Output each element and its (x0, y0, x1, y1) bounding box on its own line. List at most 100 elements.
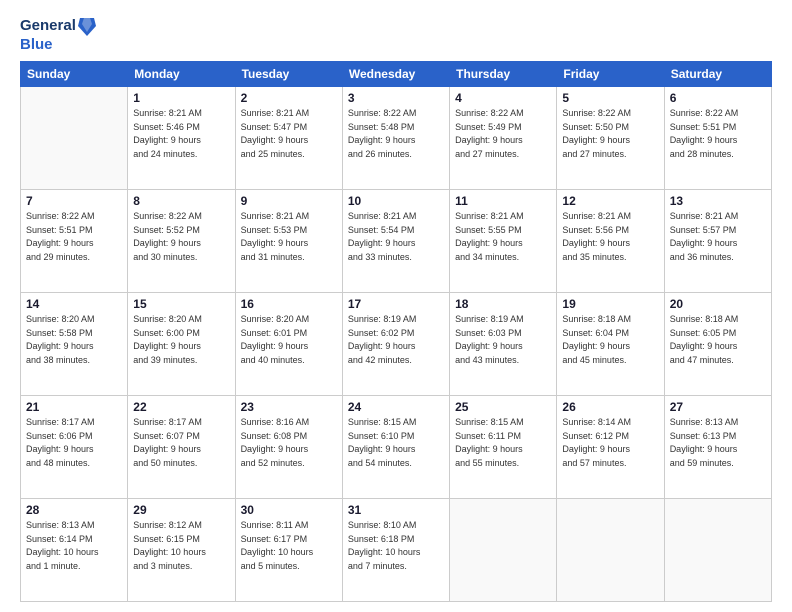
header: General Blue (20, 16, 772, 53)
day-number: 31 (348, 503, 444, 517)
day-info: Sunrise: 8:11 AM Sunset: 6:17 PM Dayligh… (241, 519, 337, 573)
weekday-header-wednesday: Wednesday (342, 62, 449, 87)
day-number: 20 (670, 297, 766, 311)
day-info: Sunrise: 8:22 AM Sunset: 5:51 PM Dayligh… (670, 107, 766, 161)
day-number: 1 (133, 91, 229, 105)
day-number: 12 (562, 194, 658, 208)
day-info: Sunrise: 8:15 AM Sunset: 6:10 PM Dayligh… (348, 416, 444, 470)
calendar-cell: 2 Sunrise: 8:21 AM Sunset: 5:47 PM Daylig… (235, 87, 342, 190)
day-info: Sunrise: 8:22 AM Sunset: 5:50 PM Dayligh… (562, 107, 658, 161)
weekday-header-monday: Monday (128, 62, 235, 87)
day-info: Sunrise: 8:17 AM Sunset: 6:07 PM Dayligh… (133, 416, 229, 470)
calendar-cell: 20 Sunrise: 8:18 AM Sunset: 6:05 PM Dayli… (664, 293, 771, 396)
day-info: Sunrise: 8:21 AM Sunset: 5:47 PM Dayligh… (241, 107, 337, 161)
calendar-cell: 21 Sunrise: 8:17 AM Sunset: 6:06 PM Dayli… (21, 396, 128, 499)
day-info: Sunrise: 8:19 AM Sunset: 6:03 PM Dayligh… (455, 313, 551, 367)
calendar-cell: 5 Sunrise: 8:22 AM Sunset: 5:50 PM Daylig… (557, 87, 664, 190)
day-number: 29 (133, 503, 229, 517)
day-number: 14 (26, 297, 122, 311)
day-number: 15 (133, 297, 229, 311)
weekday-header-tuesday: Tuesday (235, 62, 342, 87)
day-info: Sunrise: 8:10 AM Sunset: 6:18 PM Dayligh… (348, 519, 444, 573)
day-number: 4 (455, 91, 551, 105)
weekday-header-friday: Friday (557, 62, 664, 87)
day-number: 3 (348, 91, 444, 105)
day-number: 22 (133, 400, 229, 414)
calendar-cell: 30 Sunrise: 8:11 AM Sunset: 6:17 PM Dayli… (235, 499, 342, 602)
day-info: Sunrise: 8:20 AM Sunset: 6:01 PM Dayligh… (241, 313, 337, 367)
calendar-cell: 17Sunrise: 8:19 AM Sunset: 6:02 PM Dayli… (342, 293, 449, 396)
day-number: 9 (241, 194, 337, 208)
week-row-1: 1 Sunrise: 8:21 AM Sunset: 5:46 PM Daylig… (21, 87, 772, 190)
day-info: Sunrise: 8:22 AM Sunset: 5:52 PM Dayligh… (133, 210, 229, 264)
calendar-cell: 9Sunrise: 8:21 AM Sunset: 5:53 PM Daylig… (235, 190, 342, 293)
day-info: Sunrise: 8:15 AM Sunset: 6:11 PM Dayligh… (455, 416, 551, 470)
calendar-cell (450, 499, 557, 602)
day-number: 7 (26, 194, 122, 208)
calendar-cell: 24 Sunrise: 8:15 AM Sunset: 6:10 PM Dayli… (342, 396, 449, 499)
day-info: Sunrise: 8:13 AM Sunset: 6:13 PM Dayligh… (670, 416, 766, 470)
day-info: Sunrise: 8:21 AM Sunset: 5:57 PM Dayligh… (670, 210, 766, 264)
week-row-4: 21 Sunrise: 8:17 AM Sunset: 6:06 PM Dayli… (21, 396, 772, 499)
calendar-cell: 12 Sunrise: 8:21 AM Sunset: 5:56 PM Dayli… (557, 190, 664, 293)
calendar-cell: 28Sunrise: 8:13 AM Sunset: 6:14 PM Dayli… (21, 499, 128, 602)
day-number: 30 (241, 503, 337, 517)
day-number: 6 (670, 91, 766, 105)
day-number: 18 (455, 297, 551, 311)
day-info: Sunrise: 8:21 AM Sunset: 5:56 PM Dayligh… (562, 210, 658, 264)
day-info: Sunrise: 8:17 AM Sunset: 6:06 PM Dayligh… (26, 416, 122, 470)
week-row-3: 14Sunrise: 8:20 AM Sunset: 5:58 PM Dayli… (21, 293, 772, 396)
logo-blue: Blue (20, 36, 96, 53)
day-number: 25 (455, 400, 551, 414)
weekday-header-sunday: Sunday (21, 62, 128, 87)
day-number: 26 (562, 400, 658, 414)
day-number: 2 (241, 91, 337, 105)
calendar-cell (664, 499, 771, 602)
day-info: Sunrise: 8:18 AM Sunset: 6:05 PM Dayligh… (670, 313, 766, 367)
calendar-table: SundayMondayTuesdayWednesdayThursdayFrid… (20, 61, 772, 602)
calendar-cell: 15Sunrise: 8:20 AM Sunset: 6:00 PM Dayli… (128, 293, 235, 396)
logo-icon (78, 16, 96, 36)
calendar-cell (557, 499, 664, 602)
logo: General Blue (20, 16, 96, 53)
day-number: 19 (562, 297, 658, 311)
logo-general: General (20, 16, 96, 36)
calendar-cell: 29 Sunrise: 8:12 AM Sunset: 6:15 PM Dayli… (128, 499, 235, 602)
day-info: Sunrise: 8:16 AM Sunset: 6:08 PM Dayligh… (241, 416, 337, 470)
calendar-cell: 1 Sunrise: 8:21 AM Sunset: 5:46 PM Daylig… (128, 87, 235, 190)
calendar-cell: 6 Sunrise: 8:22 AM Sunset: 5:51 PM Daylig… (664, 87, 771, 190)
day-info: Sunrise: 8:22 AM Sunset: 5:48 PM Dayligh… (348, 107, 444, 161)
day-number: 10 (348, 194, 444, 208)
day-number: 13 (670, 194, 766, 208)
calendar-cell: 27 Sunrise: 8:13 AM Sunset: 6:13 PM Dayli… (664, 396, 771, 499)
day-number: 5 (562, 91, 658, 105)
day-info: Sunrise: 8:22 AM Sunset: 5:51 PM Dayligh… (26, 210, 122, 264)
weekday-header-saturday: Saturday (664, 62, 771, 87)
day-info: Sunrise: 8:19 AM Sunset: 6:02 PM Dayligh… (348, 313, 444, 367)
day-number: 24 (348, 400, 444, 414)
calendar-cell: 10 Sunrise: 8:21 AM Sunset: 5:54 PM Dayli… (342, 190, 449, 293)
calendar-cell: 25 Sunrise: 8:15 AM Sunset: 6:11 PM Dayli… (450, 396, 557, 499)
day-info: Sunrise: 8:12 AM Sunset: 6:15 PM Dayligh… (133, 519, 229, 573)
weekday-header-thursday: Thursday (450, 62, 557, 87)
day-number: 21 (26, 400, 122, 414)
calendar-cell: 22 Sunrise: 8:17 AM Sunset: 6:07 PM Dayli… (128, 396, 235, 499)
week-row-5: 28Sunrise: 8:13 AM Sunset: 6:14 PM Dayli… (21, 499, 772, 602)
day-number: 28 (26, 503, 122, 517)
day-info: Sunrise: 8:21 AM Sunset: 5:55 PM Dayligh… (455, 210, 551, 264)
day-info: Sunrise: 8:21 AM Sunset: 5:54 PM Dayligh… (348, 210, 444, 264)
calendar-cell: 14Sunrise: 8:20 AM Sunset: 5:58 PM Dayli… (21, 293, 128, 396)
day-info: Sunrise: 8:21 AM Sunset: 5:46 PM Dayligh… (133, 107, 229, 161)
page: General Blue SundayMondayTuesdayWednesda… (0, 0, 792, 612)
day-number: 23 (241, 400, 337, 414)
calendar-cell: 4Sunrise: 8:22 AM Sunset: 5:49 PM Daylig… (450, 87, 557, 190)
day-number: 27 (670, 400, 766, 414)
calendar-cell: 31 Sunrise: 8:10 AM Sunset: 6:18 PM Dayli… (342, 499, 449, 602)
calendar-cell: 13 Sunrise: 8:21 AM Sunset: 5:57 PM Dayli… (664, 190, 771, 293)
day-info: Sunrise: 8:14 AM Sunset: 6:12 PM Dayligh… (562, 416, 658, 470)
calendar-cell: 19Sunrise: 8:18 AM Sunset: 6:04 PM Dayli… (557, 293, 664, 396)
calendar-cell: 11 Sunrise: 8:21 AM Sunset: 5:55 PM Dayli… (450, 190, 557, 293)
calendar-cell: 18 Sunrise: 8:19 AM Sunset: 6:03 PM Dayli… (450, 293, 557, 396)
calendar-cell: 8Sunrise: 8:22 AM Sunset: 5:52 PM Daylig… (128, 190, 235, 293)
day-number: 11 (455, 194, 551, 208)
